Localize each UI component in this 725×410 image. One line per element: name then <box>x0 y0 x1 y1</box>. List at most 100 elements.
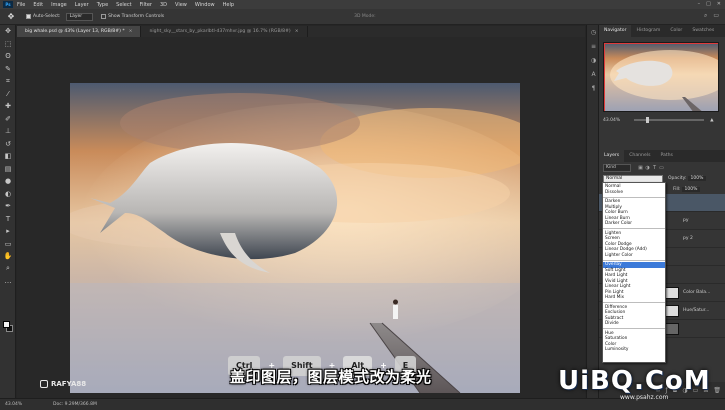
auto-select-checkbox[interactable] <box>26 14 31 19</box>
search-icon[interactable]: ⌕ <box>704 12 707 20</box>
site-logo-text: UiBQ.CoM <box>558 366 711 396</box>
maximize-icon[interactable]: □ <box>706 1 711 7</box>
menu-bar: Ps File Edit Image Layer Type Select Fil… <box>0 0 725 9</box>
tab-layers[interactable]: Layers <box>599 150 625 162</box>
blend-mode-menu[interactable]: Normal Dissolve Darken Multiply Color Burn Li… <box>602 182 666 363</box>
layers-tabs: Layers Channels Paths <box>599 150 725 162</box>
menu-file[interactable]: File <box>17 2 25 8</box>
auto-select-target-dropdown[interactable]: Layer <box>65 12 94 21</box>
status-zoom[interactable]: 43.04% <box>5 402 45 407</box>
options-bar: ✥ Auto-Select: Layer Show Transform Cont… <box>0 9 725 25</box>
eyedropper-icon[interactable]: ⁄ <box>0 88 16 101</box>
blend-option[interactable]: Hard Mix <box>603 295 665 301</box>
layer-filter-row: Kind ▣ ◑ T ▭ <box>599 162 725 173</box>
marquee-icon[interactable]: ⬚ <box>0 38 16 51</box>
type-icon[interactable]: T <box>0 213 16 226</box>
instagram-watermark: RAFYA88 <box>40 380 86 388</box>
menu-edit[interactable]: Edit <box>33 2 43 8</box>
gradient-icon[interactable]: ▤ <box>0 163 16 176</box>
tab-paths[interactable]: Paths <box>655 150 678 162</box>
zoom-icon[interactable]: ⌕ <box>0 263 16 276</box>
tab-channels[interactable]: Channels <box>624 150 655 162</box>
menu-layer[interactable]: Layer <box>75 2 89 8</box>
blend-option[interactable]: Lighter Color <box>603 253 665 259</box>
blend-option[interactable]: Luminosity <box>603 347 665 353</box>
pen-icon[interactable]: ✒ <box>0 200 16 213</box>
crop-icon[interactable]: ⌗ <box>0 75 16 88</box>
transform-controls-checkbox[interactable] <box>101 14 107 19</box>
tab-navigator[interactable]: Navigator <box>599 25 632 37</box>
tab-color[interactable]: Color <box>665 25 687 37</box>
kind-filter-dropdown[interactable]: Kind <box>603 163 631 172</box>
workspace-icon[interactable]: ▭ <box>713 12 719 20</box>
blur-icon[interactable]: ● <box>0 175 16 188</box>
menu-separator <box>603 228 665 229</box>
menu-3d[interactable]: 3D <box>160 2 167 8</box>
blend-option[interactable]: Dissolve <box>603 190 665 196</box>
navigator-thumbnail[interactable] <box>603 42 719 112</box>
menu-select[interactable]: Select <box>116 2 131 8</box>
instagram-icon <box>40 380 48 388</box>
photoshop-window: Ps File Edit Image Layer Type Select Fil… <box>0 0 725 410</box>
menu-filter[interactable]: Filter <box>140 2 152 8</box>
history-brush-icon[interactable]: ↺ <box>0 138 16 151</box>
subtitle-caption: 盖印图层，图层模式改为柔光 <box>230 368 432 386</box>
zoom-in-icon[interactable]: ▲ <box>710 118 713 123</box>
layer-name: py <box>683 218 689 223</box>
tab-histogram[interactable]: Histogram <box>631 25 665 37</box>
pixel-filter-icon[interactable]: ▣ <box>637 165 644 171</box>
adjust-filter-icon[interactable]: ◑ <box>644 165 651 171</box>
navigator-zoom-row: 43.04% ▲ <box>603 116 725 124</box>
whale-artwork-image[interactable] <box>70 83 520 393</box>
healing-icon[interactable]: ✚ <box>0 100 16 113</box>
layer-name: Color Bala... <box>683 290 711 295</box>
auto-select-label: Auto-Select: <box>33 14 61 19</box>
options-right-icons: ⌕ ▭ <box>704 12 719 20</box>
menu-separator <box>603 196 665 198</box>
transform-controls-label: Show Transform Controls <box>108 14 165 19</box>
type-filter-icon[interactable]: T <box>651 165 658 171</box>
menu-help[interactable]: Help <box>223 2 234 8</box>
tab-swatches[interactable]: Swatches <box>687 25 719 37</box>
foreground-color-swatch[interactable] <box>3 321 10 328</box>
menu-image[interactable]: Image <box>51 2 67 8</box>
quick-select-icon[interactable]: ✎ <box>0 63 16 76</box>
site-logo: UiBQ.CoM www.psahz.com <box>558 366 718 401</box>
close-tab-icon: × <box>294 29 299 34</box>
menu-type[interactable]: Type <box>97 2 108 8</box>
layer-name: Hue/Satur... <box>683 308 710 313</box>
menu-separator <box>603 328 665 329</box>
tools-panel: ✥ ⬚ ʘ ✎ ⌗ ⁄ ✚ ✐ ⊥ ↺ ◧ ▤ ● ◐ ✒ T ▸ ▭ ✋ ⌕ … <box>0 25 16 400</box>
shape-icon[interactable]: ▭ <box>0 238 16 251</box>
move-tool-icon[interactable]: ✥ <box>4 11 18 23</box>
path-select-icon[interactable]: ▸ <box>0 225 16 238</box>
dodge-icon[interactable]: ◐ <box>0 188 16 201</box>
panel-icon-strip: ◷ ≡ ◑ A ¶ <box>586 25 599 398</box>
menu-view[interactable]: View <box>175 2 187 8</box>
document-tabs: big whale.psd @ 43% (Layer 13, RGB/8#) *… <box>17 26 585 37</box>
lasso-icon[interactable]: ʘ <box>0 50 16 63</box>
tab-big-whale[interactable]: big whale.psd @ 43% (Layer 13, RGB/8#) *… <box>17 26 142 37</box>
navigator-zoom-slider[interactable] <box>634 117 705 123</box>
eraser-icon[interactable]: ◧ <box>0 150 16 163</box>
shape-filter-icon[interactable]: ▭ <box>658 165 665 171</box>
status-doc-size: Doc: 9.29M/366.8M <box>53 402 97 407</box>
navigator-zoom-value[interactable]: 43.04% <box>603 118 620 123</box>
navigator-view-box[interactable] <box>604 43 718 111</box>
move-icon[interactable]: ✥ <box>0 25 16 38</box>
close-icon[interactable]: ✕ <box>717 1 721 7</box>
opacity-control[interactable]: Opacity: 100% <box>668 176 707 181</box>
minimize-icon[interactable]: – <box>698 1 701 7</box>
stamp-icon[interactable]: ⊥ <box>0 125 16 138</box>
canvas-area[interactable] <box>17 37 585 398</box>
close-tab-icon: × <box>128 29 133 34</box>
3d-mode-label: 3D Mode: <box>354 14 376 19</box>
hand-icon[interactable]: ✋ <box>0 250 16 263</box>
more-tools-icon[interactable]: … <box>0 275 16 288</box>
blend-option[interactable]: Darker Color <box>603 221 665 227</box>
tab-night-sky[interactable]: night_sky__stars_by_pkarlbtl-d37mhvr.jpg… <box>141 26 308 37</box>
menu-separator <box>603 302 665 303</box>
brush-icon[interactable]: ✐ <box>0 113 16 126</box>
menu-window[interactable]: Window <box>195 2 215 8</box>
blend-option[interactable]: Divide <box>603 321 665 327</box>
